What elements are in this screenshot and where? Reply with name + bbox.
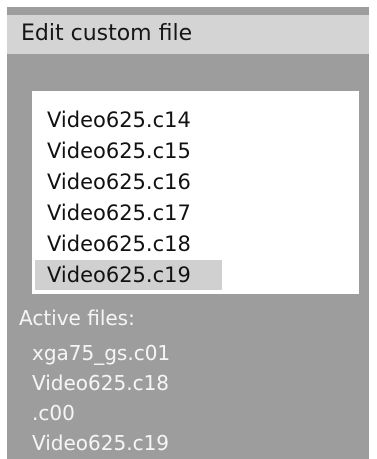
title-bar: Edit custom file xyxy=(7,15,369,54)
file-list-item[interactable]: Video625.c16 xyxy=(35,167,205,197)
active-file-item: Video625.c19 xyxy=(32,431,170,455)
file-list-item[interactable]: Video625.c17 xyxy=(35,198,205,228)
custom-file-list[interactable]: Video625.c14 Video625.c15 Video625.c16 V… xyxy=(32,91,359,294)
file-list-item[interactable]: Video625.c18 xyxy=(35,229,205,259)
active-file-item: .c00 xyxy=(32,401,75,425)
file-list-item-selected[interactable]: Video625.c19 xyxy=(35,260,222,290)
active-file-item: Video625.c18 xyxy=(32,371,170,395)
file-list-item[interactable]: Video625.c14 xyxy=(35,105,205,135)
active-file-item: xga75_gs.c01 xyxy=(32,341,171,365)
active-files-label: Active files: xyxy=(19,306,135,330)
file-list-item[interactable]: Video625.c15 xyxy=(35,136,205,166)
edit-custom-file-panel: Edit custom file Video625.c14 Video625.c… xyxy=(7,7,369,459)
panel-title: Edit custom file xyxy=(21,21,193,46)
